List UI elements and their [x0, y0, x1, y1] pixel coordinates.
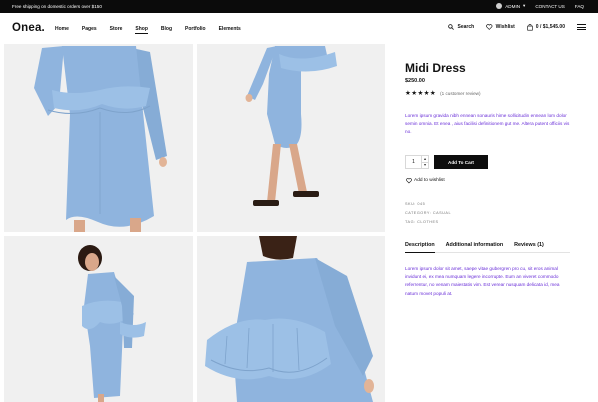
product-photo-front[interactable]: [4, 44, 193, 232]
quantity-stepper[interactable]: 1 ▲ ▼: [405, 155, 429, 169]
tab-reviews[interactable]: Reviews (1): [514, 241, 544, 252]
search-label: Search: [457, 24, 475, 31]
product-photo-detail[interactable]: [197, 236, 385, 402]
add-to-wishlist-link[interactable]: Add to wishlist: [406, 178, 445, 184]
product-tabs: Description Additional information Revie…: [405, 241, 570, 253]
wishlist-label: Wishlist: [495, 24, 515, 31]
star-icon: ★★★★★: [405, 90, 437, 97]
user-icon: [496, 3, 503, 9]
main-nav: Home Pages Store Shop Blog Portfolio Ele…: [55, 26, 254, 34]
nav-pages[interactable]: Pages: [82, 26, 97, 32]
product-price: $250.00: [405, 78, 425, 84]
tab-description-content: Lorem ipsum dolor sit amet, saepe vitae …: [405, 266, 560, 296]
chevron-down-icon: ▾: [523, 3, 526, 8]
nav-home[interactable]: Home: [55, 26, 69, 32]
nav-shop[interactable]: Shop: [135, 26, 148, 34]
add-to-wishlist-label: Add to wishlist: [414, 178, 445, 184]
tab-description[interactable]: Description: [405, 241, 435, 253]
admin-label: ADMIN: [505, 3, 521, 9]
nav-portfolio[interactable]: Portfolio: [185, 26, 206, 32]
review-count-link[interactable]: (1 customer review): [440, 91, 480, 96]
cart-button[interactable]: 0 / $1,545.00: [527, 24, 565, 31]
search-icon: [448, 24, 455, 31]
heart-icon: [406, 178, 412, 184]
search-button[interactable]: Search: [448, 24, 474, 30]
contact-link[interactable]: CONTACT US: [535, 4, 564, 9]
nav-blog[interactable]: Blog: [161, 26, 172, 32]
product-sku: SKU: 045: [405, 202, 426, 206]
faq-link[interactable]: FAQ: [575, 4, 584, 9]
add-to-cart-button[interactable]: Add To Cart: [434, 155, 488, 169]
nav-store[interactable]: Store: [110, 26, 123, 32]
down-arrow-icon[interactable]: ▼: [422, 161, 428, 169]
site-header: Onea. Home Pages Store Shop Blog Portfol…: [0, 13, 598, 44]
shipping-promo: Free shipping on domestic orders over $1…: [12, 4, 102, 9]
product-photo-side[interactable]: [4, 236, 193, 402]
product-photo-back[interactable]: [197, 44, 385, 232]
nav-elements[interactable]: Elements: [219, 26, 241, 32]
admin-menu[interactable]: ADMIN ▾: [496, 3, 525, 9]
tab-additional-information[interactable]: Additional information: [446, 241, 504, 252]
topbar: Free shipping on domestic orders over $1…: [0, 0, 598, 13]
logo[interactable]: Onea.: [12, 22, 45, 34]
bag-icon: [527, 24, 533, 31]
quantity-value[interactable]: 1: [406, 156, 421, 168]
heart-icon: [486, 24, 493, 31]
product-rating: ★★★★★ (1 customer review): [405, 89, 480, 97]
cart-total: 0 / $1,545.00: [535, 24, 565, 31]
hamburger-icon[interactable]: [577, 24, 586, 31]
wishlist-button[interactable]: Wishlist: [486, 24, 515, 30]
product-tag[interactable]: TAG: CLOTHES: [405, 220, 439, 224]
product-title: Midi Dress: [405, 61, 466, 75]
product-description: Lorem ipsum gravida nibh ennean sonauris…: [405, 113, 570, 135]
product-category[interactable]: CATEGORY: CASUAL: [405, 211, 451, 215]
